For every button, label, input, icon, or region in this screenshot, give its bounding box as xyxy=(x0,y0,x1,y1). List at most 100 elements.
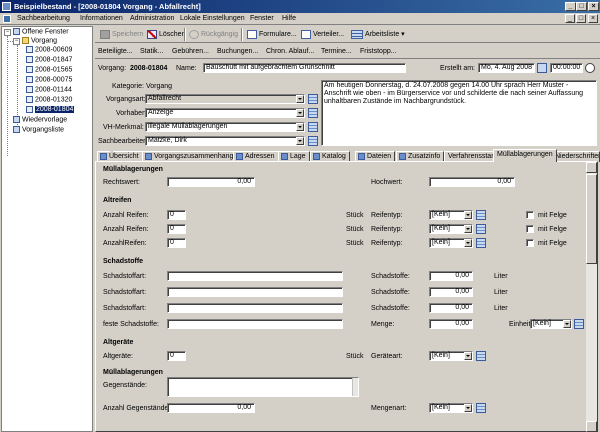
mengenart-select[interactable]: [Kein] xyxy=(429,403,473,413)
menu-sachbearbeitung[interactable]: Sachbearbeitung xyxy=(17,14,70,24)
menge-field[interactable]: 0,00 xyxy=(429,319,473,329)
vh-merkmal-select[interactable]: illegale Müllablagerungen xyxy=(145,122,305,132)
schadstoffart-field[interactable] xyxy=(167,303,343,313)
arbeitsliste-button[interactable]: Arbeitsliste ▾ xyxy=(350,28,405,41)
tree-node-offene-fenster[interactable]: Offene Fenster xyxy=(13,28,69,36)
chevron-down-icon[interactable] xyxy=(296,109,304,117)
einheit-select[interactable]: [Kein] xyxy=(530,319,572,329)
grid-icon[interactable] xyxy=(308,136,318,146)
mit-felge-checkbox[interactable] xyxy=(526,225,534,233)
notes-memo[interactable]: Am heutigen Donnerstag, d. 24.07.2008 ge… xyxy=(321,80,597,146)
gegenstaende-field[interactable] xyxy=(167,377,359,397)
scroll-thumb[interactable] xyxy=(586,174,597,264)
vorhaben-select[interactable]: Anzeige xyxy=(145,108,305,118)
schadstoffe-field[interactable]: 0,00 xyxy=(429,271,473,281)
grid-icon[interactable] xyxy=(476,403,486,413)
collapse-icon[interactable]: − xyxy=(4,29,11,36)
grid-icon[interactable] xyxy=(308,122,318,132)
friststopp-button[interactable]: Friststopp... xyxy=(360,45,397,58)
erstellt-date-field[interactable]: Mo, 4. Aug 2008 xyxy=(478,63,535,73)
menu-lokale-einstellungen[interactable]: Lokale Einstellungen xyxy=(180,14,245,24)
tree-node-wiedervorlage[interactable]: Wiedervorlage xyxy=(13,116,67,124)
name-field[interactable]: Bauschutt mit aufgebrachtem Grünschnitt xyxy=(203,63,406,73)
anzahl-reifen-field[interactable]: 0 xyxy=(167,224,186,234)
loeschen-button[interactable]: Löschen xyxy=(146,28,185,41)
calendar-icon[interactable] xyxy=(537,63,547,73)
verteiler-button[interactable]: Verteiler... xyxy=(300,28,344,41)
reifentyp-select[interactable]: [Kein] xyxy=(429,210,473,220)
anzahl-gegenstaende-field[interactable]: 0,00 xyxy=(167,403,255,413)
grid-icon[interactable] xyxy=(476,351,486,361)
menu-fenster[interactable]: Fenster xyxy=(250,14,274,24)
grid-icon[interactable] xyxy=(308,94,318,104)
vorgangsart-select[interactable]: Abfallrecht xyxy=(145,94,305,104)
chevron-down-icon[interactable] xyxy=(464,239,472,247)
statik-button[interactable]: Statik... xyxy=(140,45,163,58)
chevron-down-icon[interactable] xyxy=(296,137,304,145)
tree-node-vorgang[interactable]: Vorgang xyxy=(22,37,57,45)
sachbearbeiter-select[interactable]: Matzke, Dirk xyxy=(145,136,305,146)
menu-informationen[interactable]: Informationen xyxy=(80,14,123,24)
rechtswert-field[interactable]: 0,00 xyxy=(167,177,255,187)
hochwert-field[interactable]: 0,00 xyxy=(429,177,515,187)
menge-label: Menge: xyxy=(371,321,395,328)
tree-node-vorgangsliste[interactable]: Vorgangsliste xyxy=(13,126,64,134)
formulare-button[interactable]: Formulare... xyxy=(246,28,297,41)
schadstoffe-field[interactable]: 0,00 xyxy=(429,287,473,297)
rueckgaengig-button[interactable]: Rückgängig xyxy=(188,28,238,41)
tree-item[interactable]: 2008-01320 xyxy=(26,96,72,104)
chevron-down-icon[interactable] xyxy=(296,123,304,131)
grid-icon[interactable] xyxy=(476,224,486,234)
mdi-close-button[interactable]: × xyxy=(588,14,598,23)
erstellt-time-field[interactable]: 00:00:00 xyxy=(550,63,583,73)
chevron-down-icon[interactable] xyxy=(296,95,304,103)
tab-muellablagerungen[interactable]: Müllablagerungen xyxy=(493,149,557,162)
tree-item[interactable]: 2008-01565 xyxy=(26,66,72,74)
reifentyp-select[interactable]: [Kein] xyxy=(429,238,473,248)
anzahl-reifen-field[interactable]: 0 xyxy=(167,238,186,248)
menu-hilfe[interactable]: Hilfe xyxy=(282,14,296,24)
chevron-down-icon[interactable] xyxy=(464,225,472,233)
schadstoffe-field[interactable]: 0,00 xyxy=(429,303,473,313)
altgeraete-field[interactable]: 0 xyxy=(167,351,186,361)
mdi-restore-button[interactable]: □ xyxy=(576,14,586,23)
grid-icon[interactable] xyxy=(476,238,486,248)
grid-icon[interactable] xyxy=(476,210,486,220)
termine-button[interactable]: Termine... xyxy=(321,45,352,58)
close-button[interactable]: × xyxy=(588,2,599,11)
tree-item[interactable]: 2008-00075 xyxy=(26,76,72,84)
tree-item[interactable]: 2008-00609 xyxy=(26,46,72,54)
chevron-down-icon[interactable] xyxy=(464,211,472,219)
geraeteart-select[interactable]: [Kein] xyxy=(429,351,473,361)
memo-scrollbar[interactable] xyxy=(352,378,358,396)
reifentyp-select[interactable]: [Kein] xyxy=(429,224,473,234)
gebuehren-button[interactable]: Gebühren... xyxy=(172,45,209,58)
tree-item[interactable]: 2008-01847 xyxy=(26,56,72,64)
mit-felge-checkbox[interactable] xyxy=(526,211,534,219)
menu-administration[interactable]: Administration xyxy=(130,14,174,24)
mit-felge-checkbox[interactable] xyxy=(526,239,534,247)
maximize-button[interactable]: □ xyxy=(576,2,587,11)
tree-item-selected[interactable]: 2008-01804 xyxy=(26,106,75,114)
clock-icon[interactable] xyxy=(585,63,595,73)
beteiligte-button[interactable]: Beteiligte... xyxy=(98,45,133,58)
chevron-down-icon[interactable] xyxy=(464,404,472,412)
schadstoffart-field[interactable] xyxy=(167,287,343,297)
scroll-down-icon[interactable] xyxy=(586,421,597,432)
schadstoffart-field[interactable] xyxy=(167,271,343,281)
chron-ablauf-button[interactable]: Chron. Ablauf... xyxy=(266,45,314,58)
anzahl-reifen-field[interactable]: 0 xyxy=(167,210,186,220)
collapse-icon[interactable]: − xyxy=(13,38,20,45)
buchungen-button[interactable]: Buchungen... xyxy=(217,45,258,58)
mdi-minimize-button[interactable]: _ xyxy=(565,14,575,23)
chevron-down-icon[interactable] xyxy=(563,320,571,328)
speichern-button[interactable]: Speichern xyxy=(99,28,144,41)
chevron-down-icon[interactable] xyxy=(464,352,472,360)
feste-schadstoffe-field[interactable] xyxy=(167,319,343,329)
vertical-scrollbar[interactable] xyxy=(586,162,597,432)
minimize-button[interactable]: _ xyxy=(565,2,576,11)
scroll-up-icon[interactable] xyxy=(586,162,597,173)
tree-item[interactable]: 2008-01144 xyxy=(26,86,72,94)
grid-icon[interactable] xyxy=(574,319,584,329)
grid-icon[interactable] xyxy=(308,108,318,118)
